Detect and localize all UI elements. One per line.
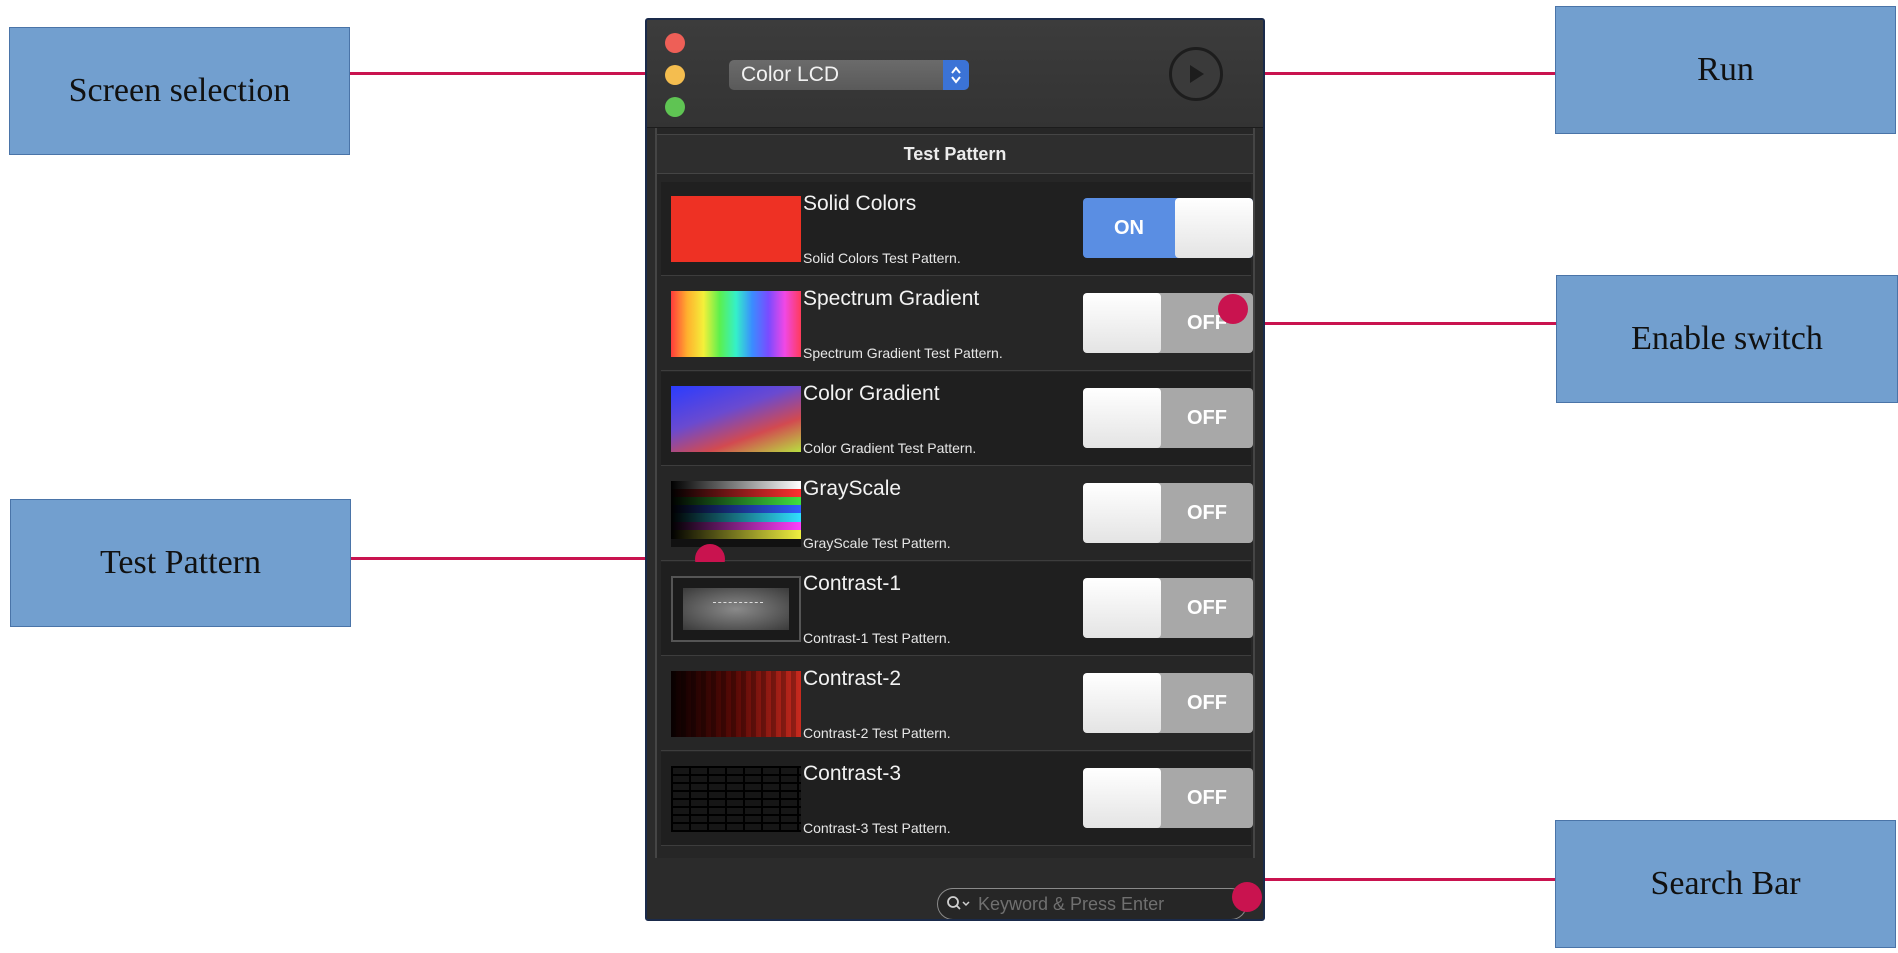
grayscale-thumbnail	[671, 481, 801, 547]
row-description: Contrast-2 Test Pattern.	[803, 725, 951, 741]
list-item[interactable]: Spectrum Gradient Spectrum Gradient Test…	[661, 277, 1253, 371]
callout-enable-switch: Enable switch	[1556, 275, 1898, 403]
run-button[interactable]	[1169, 47, 1223, 101]
switch-knob	[1083, 483, 1161, 543]
screen-select[interactable]: Color LCD	[729, 60, 969, 90]
title-bar: Color LCD	[647, 20, 1263, 128]
callout-search-bar: Search Bar	[1555, 820, 1896, 948]
callout-screen-selection: Screen selection	[9, 27, 350, 155]
switch-state-label: OFF	[1187, 501, 1227, 524]
zoom-window-button[interactable]	[665, 97, 685, 117]
list-item[interactable]: Contrast-1 Contrast-1 Test Pattern. OFF	[661, 562, 1253, 656]
row-description: Color Gradient Test Pattern.	[803, 440, 977, 456]
test-pattern-list: Test Pattern Solid Colors Solid Colors T…	[655, 128, 1255, 858]
switch-knob	[1083, 293, 1161, 353]
switch-knob	[1083, 388, 1161, 448]
row-title: Color Gradient	[803, 382, 940, 405]
row-description: Solid Colors Test Pattern.	[803, 250, 961, 266]
row-description: Contrast-3 Test Pattern.	[803, 820, 951, 836]
switch-knob	[1083, 673, 1161, 733]
list-header: Test Pattern	[657, 134, 1253, 174]
switch-state-label: OFF	[1187, 596, 1227, 619]
switch-knob	[1175, 198, 1253, 258]
switch-state-label: OFF	[1187, 691, 1227, 714]
app-window: Color LCD Test Pattern Solid Colors Soli…	[645, 18, 1265, 921]
callout-run: Run	[1555, 6, 1896, 134]
solid-colors-thumbnail	[671, 196, 801, 262]
enable-switch[interactable]: OFF	[1083, 483, 1253, 543]
bottom-bar	[647, 858, 1263, 919]
enable-switch[interactable]: OFF	[1083, 768, 1253, 828]
switch-knob	[1083, 768, 1161, 828]
marker-dot-search-bar	[1232, 882, 1262, 912]
row-title: Spectrum Gradient	[803, 287, 980, 310]
marker-dot-enable-switch	[1218, 294, 1248, 324]
enable-switch[interactable]: OFF	[1083, 388, 1253, 448]
leader-line-enable-switch	[1224, 322, 1556, 325]
search-icon	[947, 896, 970, 910]
spectrum-gradient-thumbnail	[671, 291, 801, 357]
list-item[interactable]: GrayScale GrayScale Test Pattern. OFF	[661, 467, 1253, 574]
enable-switch[interactable]: ON	[1083, 198, 1253, 258]
callout-search-bar-label: Search Bar	[1650, 865, 1801, 902]
screen-select-value: Color LCD	[741, 63, 840, 86]
search-input[interactable]	[978, 893, 1228, 915]
row-title: GrayScale	[803, 477, 902, 500]
contrast-1-thumbnail	[671, 576, 801, 642]
callout-test-pattern: Test Pattern	[10, 499, 351, 627]
row-title: Contrast-1	[803, 572, 902, 595]
enable-switch[interactable]: OFF	[1083, 578, 1253, 638]
contrast-2-thumbnail	[671, 671, 801, 737]
search-bar[interactable]	[937, 888, 1247, 919]
switch-knob	[1083, 578, 1161, 638]
callout-screen-selection-label: Screen selection	[68, 72, 291, 109]
leader-line-run	[1248, 72, 1555, 75]
list-item[interactable]: Color Gradient Color Gradient Test Patte…	[661, 372, 1253, 466]
contrast-3-thumbnail	[671, 766, 801, 832]
close-window-button[interactable]	[665, 33, 685, 53]
row-title: Contrast-3	[803, 762, 902, 785]
color-gradient-thumbnail	[671, 386, 801, 452]
callout-run-label: Run	[1697, 51, 1754, 88]
callout-test-pattern-label: Test Pattern	[100, 544, 261, 581]
callout-enable-switch-label: Enable switch	[1631, 320, 1823, 357]
list-item[interactable]: Contrast-3 Contrast-3 Test Pattern. OFF	[661, 752, 1253, 846]
play-icon	[1190, 65, 1204, 83]
row-description: GrayScale Test Pattern.	[803, 535, 951, 551]
row-description: Spectrum Gradient Test Pattern.	[803, 345, 1003, 361]
row-title: Contrast-2	[803, 667, 902, 690]
switch-state-label: OFF	[1187, 786, 1227, 809]
enable-switch[interactable]: OFF	[1083, 673, 1253, 733]
leader-line-search-bar	[1245, 878, 1555, 881]
list-item[interactable]: Contrast-2 Contrast-2 Test Pattern. OFF	[661, 657, 1253, 751]
row-title: Solid Colors	[803, 192, 917, 215]
switch-state-label: ON	[1114, 216, 1144, 239]
list-header-label: Test Pattern	[903, 143, 1007, 164]
up-down-chevron-icon	[943, 60, 969, 90]
list-item[interactable]: Solid Colors Solid Colors Test Pattern. …	[661, 182, 1253, 276]
switch-state-label: OFF	[1187, 406, 1227, 429]
minimize-window-button[interactable]	[665, 65, 685, 85]
row-description: Contrast-1 Test Pattern.	[803, 630, 951, 646]
